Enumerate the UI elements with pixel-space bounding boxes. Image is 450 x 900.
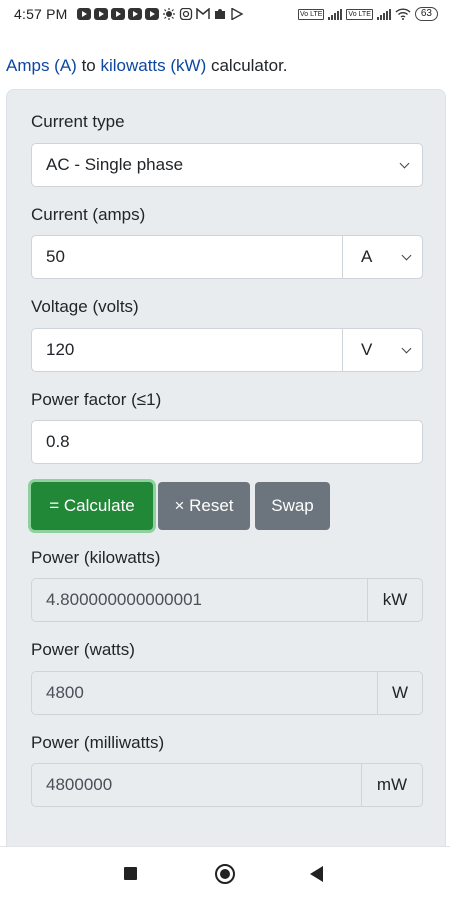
volte-badge: Vo LTE <box>297 8 325 20</box>
kilowatts-link[interactable]: kilowatts (kW) <box>100 56 206 75</box>
voltage-input[interactable]: 120 V <box>31 328 423 372</box>
current-input[interactable]: 50 A <box>31 235 423 279</box>
chevron-down-icon <box>399 158 410 169</box>
kilowatts-unit: kW <box>367 578 423 622</box>
voltage-label: Voltage (volts) <box>31 297 139 316</box>
current-unit-select[interactable]: A <box>342 235 423 279</box>
current-unit-value: A <box>361 247 373 266</box>
voltage-unit-value: V <box>361 340 373 359</box>
youtube-icon <box>144 8 159 20</box>
chevron-down-icon <box>401 250 412 261</box>
status-right: Vo LTE Vo LTE 63 <box>297 7 438 21</box>
swap-button[interactable]: Swap <box>255 482 330 530</box>
power-factor-label: Power factor (≤1) <box>31 390 162 409</box>
power-watts-label: Power (watts) <box>31 640 135 659</box>
recents-square-icon[interactable] <box>124 867 137 880</box>
reset-button[interactable]: × Reset <box>158 482 250 530</box>
power-kilowatts-value: 4.800000000000001 <box>46 590 202 609</box>
youtube-icon <box>110 8 125 20</box>
power-factor-value: 0.8 <box>46 432 70 451</box>
volte-badge: Vo LTE <box>346 8 373 20</box>
youtube-icon <box>93 8 108 20</box>
calculate-button[interactable]: = Calculate <box>31 482 153 530</box>
signal-icon <box>328 8 343 20</box>
voltage-value: 120 <box>46 340 75 359</box>
status-left: 4:57 PM <box>14 6 244 22</box>
chevron-down-icon <box>401 343 412 354</box>
power-kilowatts-label: Power (kilowatts) <box>31 548 161 567</box>
signal-icon <box>376 8 391 20</box>
back-triangle-icon[interactable] <box>310 866 323 882</box>
youtube-icon <box>127 8 142 20</box>
intro-text: Amps (A) to kilowatts (kW) calculator. <box>6 56 288 76</box>
power-milliwatts-value: 4800000 <box>46 775 113 794</box>
calculator-card: Current type AC - Single phase Current (… <box>6 89 446 869</box>
status-time: 4:57 PM <box>14 6 68 22</box>
amps-link[interactable]: Amps (A) <box>6 56 77 75</box>
wifi-icon <box>395 8 411 20</box>
battery-icon: 63 <box>414 7 438 21</box>
power-milliwatts-output: 4800000 mW <box>31 763 423 807</box>
puzzle-icon <box>214 9 225 19</box>
current-value: 50 <box>46 247 65 266</box>
power-watts-value: 4800 <box>46 683 84 702</box>
brightness-icon <box>162 8 175 20</box>
play-store-icon <box>230 8 243 20</box>
power-milliwatts-label: Power (milliwatts) <box>31 733 165 752</box>
milliwatts-unit: mW <box>361 763 423 807</box>
current-type-select[interactable]: AC - Single phase <box>31 143 423 187</box>
youtube-icon <box>76 8 91 20</box>
intro-connector: to <box>76 56 101 75</box>
status-bar: 4:57 PM Vo LTE Vo LTE 63 <box>0 0 450 28</box>
navigation-bar <box>0 846 450 900</box>
power-factor-input[interactable]: 0.8 <box>31 420 423 464</box>
power-kilowatts-output: 4.800000000000001 kW <box>31 578 423 622</box>
power-watts-output: 4800 W <box>31 671 423 715</box>
instagram-icon <box>179 8 192 20</box>
intro-suffix: calculator. <box>206 56 288 75</box>
voltage-unit-select[interactable]: V <box>342 328 423 372</box>
gmail-icon <box>195 8 210 19</box>
current-type-value: AC - Single phase <box>46 155 184 174</box>
current-label: Current (amps) <box>31 205 146 224</box>
current-type-label: Current type <box>31 112 125 131</box>
watts-unit: W <box>377 671 423 715</box>
home-circle-icon[interactable] <box>215 864 235 884</box>
